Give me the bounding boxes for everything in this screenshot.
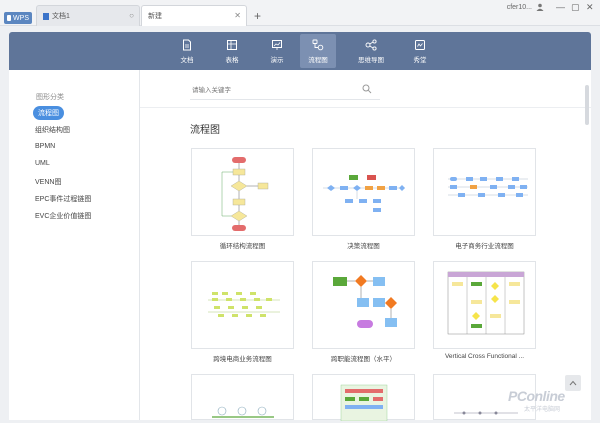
template-thumbnail [340,384,388,422]
chevron-up-icon [569,380,577,386]
tab-document[interactable]: 文档1 ○ [36,5,140,26]
sidebar-item-flowchart[interactable]: 流程图 [33,106,64,120]
search-icon[interactable] [362,84,372,94]
sidebar-item-bpmn[interactable]: BPMN [35,143,55,150]
sidebar-item-venn[interactable]: VENN图 [35,177,61,187]
close-icon[interactable]: ✕ [234,11,241,20]
card-label: Vertical Cross Functional ... [444,353,525,360]
mindmap-icon [365,38,377,51]
toolbar-item-flowchart[interactable]: 流程图 [300,34,336,68]
template-thumbnail [323,175,405,212]
template-card-ecommerce-flowchart[interactable] [433,148,536,236]
tab-wps-label: WPS [13,14,29,22]
header-divider [140,107,591,108]
user-icon [536,3,544,11]
maximize-icon[interactable]: ▢ [571,2,580,13]
tab-new-label: 新建 [148,13,162,20]
toolbar-item-document[interactable]: 文档 [169,34,205,68]
flowchart-icon [312,39,324,50]
sidebar-heading: 图形分类 [36,94,64,101]
sidebar-item-epc[interactable]: EPC事件过程链图 [35,194,91,204]
watermark-brand: PConline [508,388,565,404]
search-input[interactable] [192,84,352,96]
card-label: 电子商务行业流程图 [455,243,514,250]
template-card-vertical-crossfunctional[interactable] [433,261,536,349]
scrollbar[interactable] [585,85,589,125]
tab-wps[interactable]: WPS [4,12,32,24]
toolbar-item-presentation[interactable]: 演示 [259,34,295,68]
template-card-crossfunctional-horizontal[interactable] [312,261,415,349]
card-label: 决策流程图 [347,243,380,250]
close-window-icon[interactable]: ✕ [586,2,594,13]
template-thumbnail [447,271,525,335]
template-card[interactable] [312,374,415,422]
document-tab-icon [43,12,49,20]
sidebar-item-org-chart[interactable]: 组织结构图 [35,125,70,135]
toolbar-item-label: 流程图 [308,56,328,64]
tab-document-label: 文档1 [52,13,70,20]
toolbar-item-label: 文档 [180,56,194,64]
card-label: 跨境电商业务流程图 [213,356,272,363]
card-label: 跨职能流程图（水平） [331,356,396,363]
table-icon [227,39,237,50]
minimize-icon[interactable]: — [556,2,565,12]
section-title: 流程图 [190,125,220,136]
scroll-to-top-button[interactable] [565,375,581,391]
template-card-decision-flowchart[interactable] [312,148,415,236]
tab-new[interactable]: 新建 ✕ [141,5,247,26]
template-thumbnail [333,275,397,328]
sidebar-item-evc[interactable]: EVC企业价值链图 [35,211,91,221]
toolbar-item-label: 表格 [225,56,239,64]
user-area[interactable]: cfer10... [507,3,544,11]
template-card[interactable] [191,374,294,420]
toolbar-item-show[interactable]: 秀堂 [402,34,438,68]
document-icon [183,39,191,50]
toolbar-item-label: 演示 [270,56,284,64]
tab-close-icon[interactable]: ○ [129,11,134,20]
wps-logo-icon [7,15,12,21]
toolbar-item-mindmap[interactable]: 思维导图 [353,34,389,68]
user-name: cfer10... [506,3,532,11]
template-thumbnail [448,177,528,197]
card-label: 循环结构流程图 [219,243,266,250]
title-bar: WPS 文档1 ○ 新建 ✕ + cfer10... — ▢ ✕ [0,0,600,26]
toolbar-item-label: 秀堂 [413,56,427,64]
template-thumbnail [221,157,269,231]
presentation-icon [272,39,282,50]
category-sidebar: 图形分类 流程图 组织结构图 BPMN UML VENN图 EPC事件过程链图 … [9,70,140,420]
show-icon [415,39,425,50]
search-box[interactable] [190,80,380,100]
template-thumbnail [212,406,274,418]
sidebar-item-uml[interactable]: UML [35,160,50,167]
toolbar-item-table[interactable]: 表格 [214,34,250,68]
toolbar-item-label: 思维导图 [358,56,384,64]
new-tab-button[interactable]: + [254,9,261,23]
watermark-subtitle: 太平洋电脑网 [524,407,561,413]
app-type-toolbar: 文档 表格 演示 流程图 思维导图 秀堂 [9,32,591,70]
template-thumbnail [208,292,280,317]
template-card-crossborder-flowchart[interactable] [191,261,294,349]
template-card-loop-flowchart[interactable] [191,148,294,236]
